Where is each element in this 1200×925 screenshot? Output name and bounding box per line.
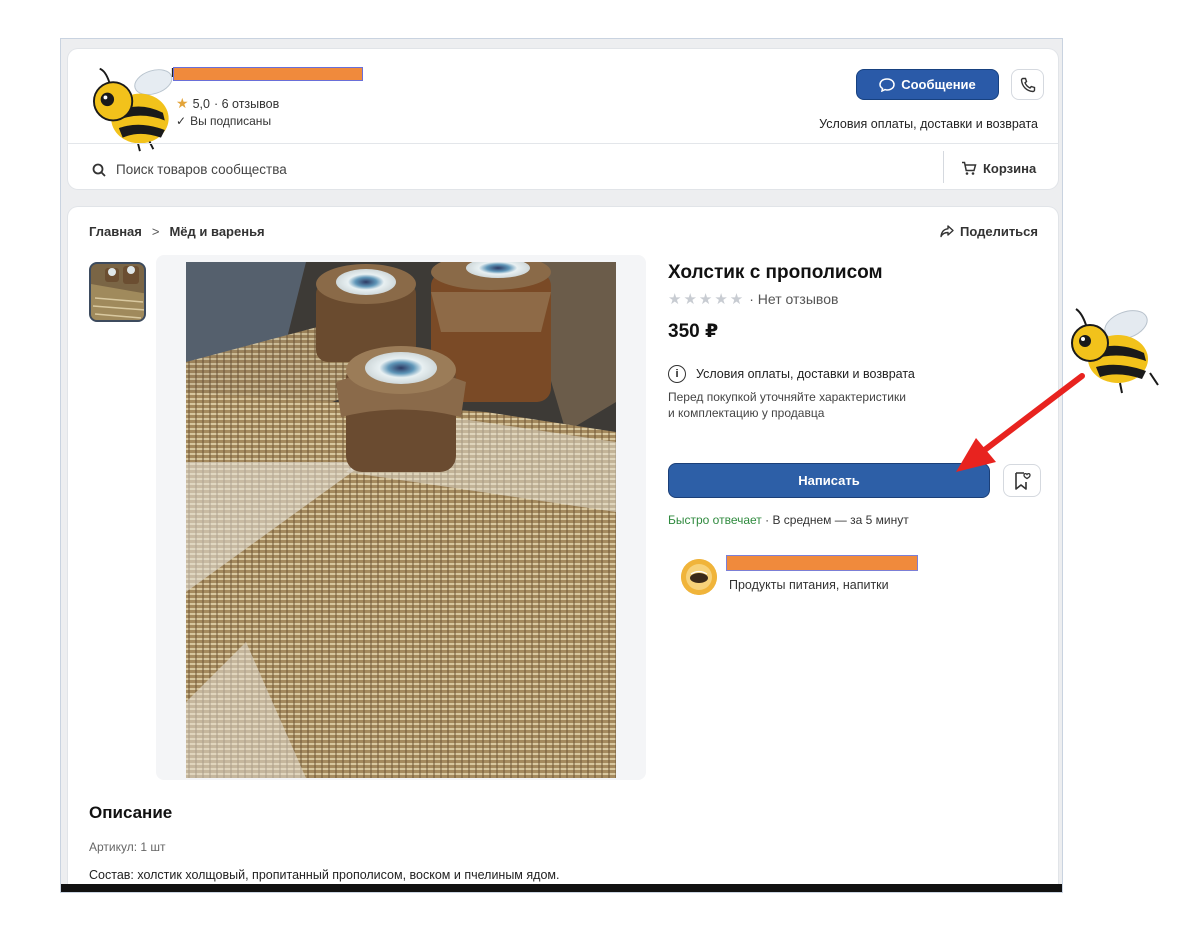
reviews-text: · Нет отзывов bbox=[749, 291, 839, 307]
community-search[interactable]: Поиск товаров сообщества bbox=[92, 162, 287, 177]
cart-icon bbox=[962, 161, 977, 175]
browser-frame: П ★ 5,0 · 6 отзывов ✓ Вы подписаны Сообщ… bbox=[60, 38, 1063, 893]
community-rating[interactable]: ★ 5,0 · 6 отзывов bbox=[176, 95, 279, 112]
seller-name-redaction bbox=[726, 555, 918, 571]
reply-time-label: · В среднем — за 5 минут bbox=[761, 513, 909, 527]
search-icon bbox=[92, 163, 106, 177]
thumbnail-image bbox=[91, 264, 144, 320]
header-divider bbox=[68, 143, 1058, 144]
reply-fast-label: Быстро отвечает bbox=[668, 513, 762, 527]
product-card: Главная > Мёд и варенья Поделиться Холст… bbox=[68, 207, 1058, 892]
share-arrow-icon bbox=[940, 225, 954, 238]
frame-bottom-bar bbox=[61, 884, 1062, 892]
rating-value: 5,0 bbox=[192, 96, 210, 111]
cart-link[interactable]: Корзина bbox=[961, 161, 1036, 176]
product-photo bbox=[186, 262, 616, 778]
seller-reply-speed: Быстро отвечает · В среднем — за 5 минут bbox=[668, 513, 909, 527]
chat-bubble-icon bbox=[879, 77, 895, 92]
product-terms-link[interactable]: i Условия оплаты, доставки и возврата bbox=[668, 365, 915, 383]
star-icon: ★ bbox=[176, 95, 189, 111]
cart-label: Корзина bbox=[983, 161, 1037, 176]
product-terms-label: Условия оплаты, доставки и возврата bbox=[696, 367, 915, 381]
red-pointer-arrow bbox=[940, 370, 1090, 480]
share-label: Поделиться bbox=[959, 224, 1038, 239]
product-price: 350 ₽ bbox=[668, 321, 719, 342]
search-placeholder: Поиск товаров сообщества bbox=[116, 162, 287, 177]
rating-stars-icon: ★★★★★ bbox=[668, 291, 746, 308]
breadcrumb-category[interactable]: Мёд и варенья bbox=[169, 224, 264, 239]
phone-icon bbox=[1020, 77, 1035, 92]
product-main-image[interactable] bbox=[186, 262, 616, 778]
composition-text: Состав: холстик холщовый, пропитанный пр… bbox=[89, 868, 560, 882]
cart-divider bbox=[943, 151, 944, 183]
check-icon: ✓ bbox=[176, 114, 187, 128]
terms-link[interactable]: Условия оплаты, доставки и возврата bbox=[819, 117, 1038, 131]
community-header: П ★ 5,0 · 6 отзывов ✓ Вы подписаны Сообщ… bbox=[68, 49, 1058, 189]
info-icon: i bbox=[668, 365, 686, 383]
call-button[interactable] bbox=[1011, 69, 1044, 100]
purchase-note-line-1: Перед покупкой уточняйте характеристики bbox=[668, 390, 906, 404]
product-gallery bbox=[156, 255, 646, 780]
product-reviews[interactable]: ★★★★★ · Нет отзывов bbox=[668, 290, 838, 308]
subscribed-label: Вы подписаны bbox=[190, 114, 272, 128]
message-button[interactable]: Сообщение bbox=[856, 69, 999, 100]
seller-category: Продукты питания, напитки bbox=[729, 578, 889, 592]
message-button-label: Сообщение bbox=[901, 77, 976, 92]
share-button[interactable]: Поделиться bbox=[940, 224, 1038, 239]
breadcrumb: Главная > Мёд и варенья bbox=[89, 224, 265, 239]
description-title: Описание bbox=[89, 803, 173, 822]
article-number: Артикул: 1 шт bbox=[89, 840, 166, 854]
breadcrumb-home[interactable]: Главная bbox=[89, 224, 142, 239]
product-thumbnail[interactable] bbox=[89, 262, 146, 322]
red-arrow-icon bbox=[956, 373, 1085, 472]
seller-logo[interactable] bbox=[681, 559, 717, 595]
shop-name-redaction bbox=[173, 67, 363, 81]
breadcrumb-separator: > bbox=[151, 224, 160, 239]
purchase-note-line-2: и комплектацию у продавца bbox=[668, 406, 825, 420]
reviews-count: · 6 отзывов bbox=[213, 96, 280, 111]
product-title: Холстик с прополисом bbox=[668, 262, 883, 283]
seller-logo-image bbox=[681, 559, 717, 595]
subscription-status[interactable]: ✓ Вы подписаны bbox=[176, 114, 271, 128]
purchase-note: Перед покупкой уточняйте характеристики … bbox=[668, 389, 968, 421]
